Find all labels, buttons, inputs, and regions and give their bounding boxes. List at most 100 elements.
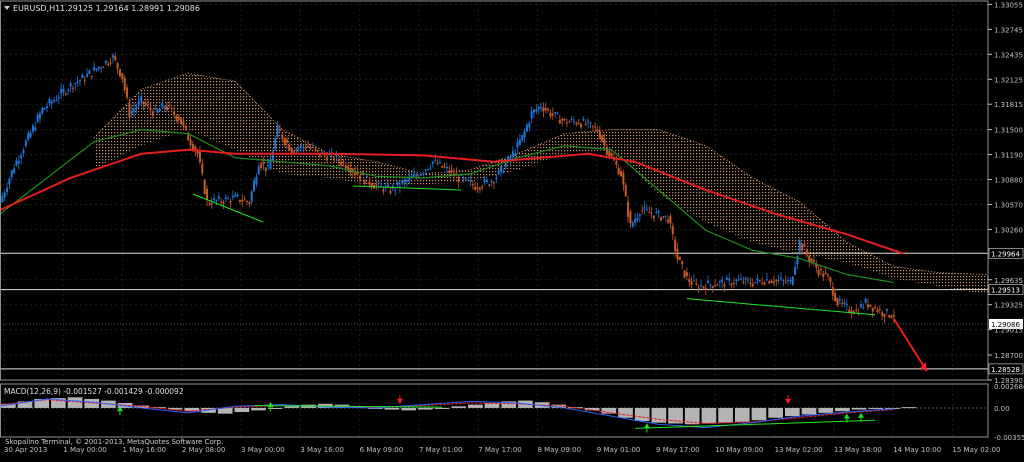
candle-body: [751, 284, 754, 287]
candle-body: [389, 190, 392, 194]
candle-body: [634, 218, 637, 223]
price-chart[interactable]: 1.299641.295131.285281.29086 1.330551.32…: [0, 0, 1024, 462]
macd-histogram-bar: [418, 407, 433, 410]
candle-body: [474, 186, 477, 190]
level-label: 1.29964: [991, 250, 1020, 258]
candle-body: [827, 275, 830, 277]
candle-body: [95, 68, 98, 71]
candle-body: [118, 69, 121, 77]
candle-body: [525, 124, 528, 132]
candle-body: [716, 284, 719, 286]
candle-body: [874, 306, 877, 309]
candle-body: [692, 280, 695, 282]
candle-body: [175, 115, 178, 120]
candle-body: [530, 111, 533, 119]
candle-body: [737, 279, 740, 281]
candle-body: [149, 107, 152, 111]
time-tick-label: 6 May 09:00: [360, 446, 404, 454]
time-tick-label: 9 May 17:00: [656, 446, 700, 454]
candle-body: [267, 165, 270, 167]
candle-body: [648, 212, 651, 214]
time-tick-label: 13 May 18:00: [834, 446, 882, 454]
time-tick-label: 2 May 08:00: [182, 446, 226, 454]
candle-body: [631, 222, 634, 227]
candle-body: [337, 159, 340, 162]
candle-body: [133, 109, 136, 112]
candle-body: [770, 281, 773, 283]
candle-body: [855, 309, 858, 311]
macd-histogram-bar: [651, 407, 667, 423]
candle-body: [763, 282, 766, 285]
candle-body: [603, 139, 606, 145]
candle-body: [31, 125, 34, 132]
candle-body: [690, 281, 693, 285]
candle-body: [577, 122, 580, 124]
candle-body: [565, 122, 568, 124]
candle-body: [636, 217, 639, 220]
candle-body: [867, 304, 870, 308]
candle-body: [502, 171, 505, 173]
macd-histogram-bar: [401, 407, 417, 411]
candle-body: [657, 211, 660, 213]
candle-body: [60, 88, 63, 94]
candle-body: [168, 105, 171, 107]
price-tick-label: 1.32435: [994, 51, 1023, 59]
candle-body: [885, 309, 888, 311]
candle-body: [107, 63, 110, 65]
macd-histogram-bar: [868, 407, 884, 409]
time-tick-label: 1 May 00:00: [63, 446, 107, 454]
candle-body: [304, 147, 307, 149]
candle-body: [203, 179, 206, 194]
candle-body: [528, 123, 531, 128]
candle-body: [57, 97, 60, 99]
candle-body: [549, 113, 552, 117]
candle-body: [116, 62, 119, 69]
candle-body: [375, 184, 378, 186]
candle-body: [789, 280, 792, 282]
candle-body: [500, 165, 503, 172]
candle-body: [64, 93, 67, 95]
candle-body: [295, 149, 298, 151]
candle-body: [316, 149, 319, 151]
candle-body: [335, 155, 338, 157]
candle-body: [740, 278, 742, 280]
candle-body: [594, 126, 597, 128]
macd-histogram-bar: [701, 407, 717, 424]
candle-body: [206, 188, 209, 200]
candle-body: [36, 115, 39, 122]
candle-body: [836, 298, 839, 306]
candle-body: [224, 197, 227, 199]
candle-body: [843, 302, 846, 304]
candle-body: [841, 302, 844, 304]
candle-body: [128, 103, 131, 118]
candle-body: [819, 269, 822, 271]
candle-body: [427, 168, 430, 170]
candle-body: [622, 172, 625, 185]
candle-body: [285, 139, 288, 143]
candle-body: [424, 169, 427, 171]
candle-body: [1, 196, 4, 203]
candle-body: [516, 141, 519, 148]
price-tick-label: 1.33055: [994, 1, 1023, 9]
candle-body: [615, 161, 618, 165]
candle-body: [434, 159, 437, 161]
candle-body: [572, 121, 575, 123]
candle-body: [13, 168, 16, 174]
candle-body: [166, 106, 169, 111]
candle-body: [147, 104, 150, 106]
candle-body: [198, 151, 201, 163]
candle-body: [504, 163, 507, 167]
candle-body: [765, 279, 768, 281]
candle-body: [361, 174, 364, 176]
time-tick-label: 15 May 02:00: [952, 446, 1000, 454]
time-tick-label: 14 May 10:00: [893, 446, 941, 454]
candle-body: [848, 309, 851, 312]
candle-body: [50, 101, 53, 104]
candle-body: [831, 286, 834, 296]
candle-body: [76, 81, 79, 83]
candle-body: [610, 153, 613, 157]
candle-body: [46, 106, 49, 108]
candle-body: [450, 170, 453, 172]
candle-body: [782, 279, 785, 281]
candle-body: [217, 196, 220, 199]
